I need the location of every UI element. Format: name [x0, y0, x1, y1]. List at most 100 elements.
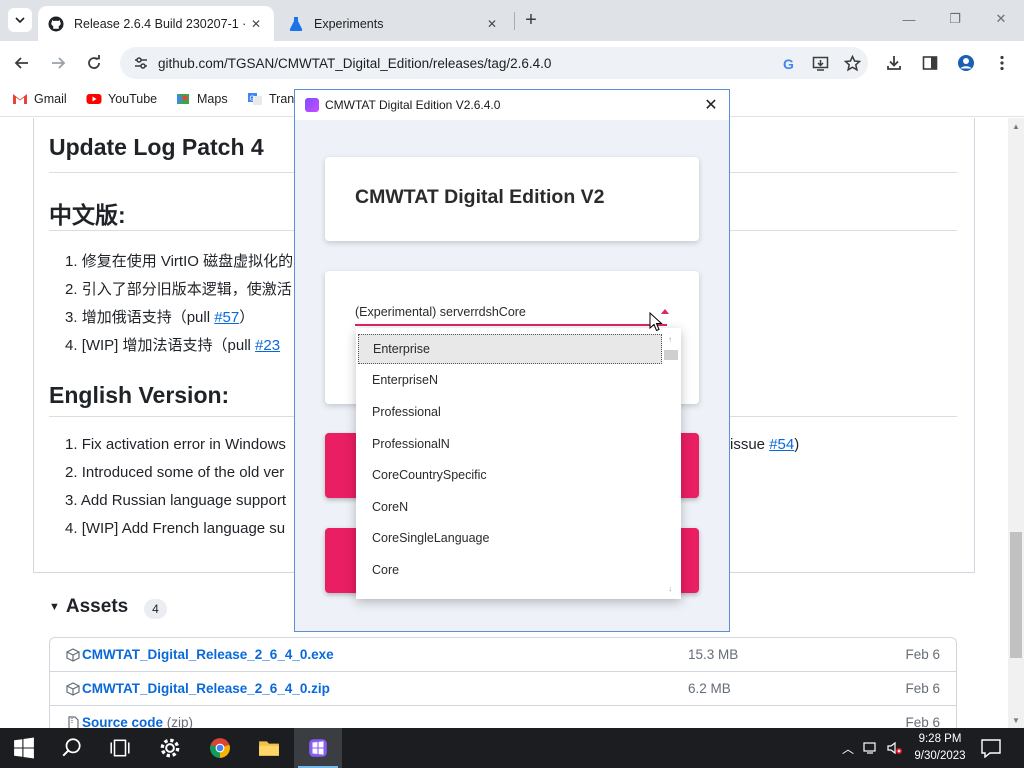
clock-date: 9/30/2023 — [914, 750, 966, 762]
new-tab-button[interactable]: + — [519, 8, 543, 32]
asset-size: 6.2 MB — [688, 681, 731, 696]
taskbar-cmwtat[interactable] — [294, 728, 342, 768]
tab-release[interactable]: Release 2.6.4 Build 230207-1 · T ✕ — [38, 6, 274, 41]
scroll-down-icon[interactable]: ▼ — [1008, 712, 1024, 728]
scroll-up-icon[interactable]: ↑ — [662, 332, 678, 346]
scroll-down-icon[interactable]: ↓ — [662, 581, 678, 595]
address-bar[interactable]: github.com/TGSAN/CMWTAT_Digital_Edition/… — [120, 47, 868, 79]
tab-experiments[interactable]: Experiments ✕ — [278, 6, 510, 41]
side-panel-button[interactable] — [916, 49, 944, 77]
gear-icon — [160, 738, 180, 758]
page-scrollbar[interactable]: ▲ ▼ — [1008, 118, 1024, 728]
pull-link[interactable]: #57 — [214, 309, 239, 326]
bookmark-label: Maps — [197, 92, 228, 106]
list-item-tail: issue #54) — [730, 436, 799, 453]
network-icon[interactable] — [863, 740, 879, 756]
dropdown-scrollbar[interactable]: ↑ ↓ — [662, 332, 678, 595]
browser-tab-strip: Release 2.6.4 Build 230207-1 · T ✕ Exper… — [0, 0, 1024, 41]
github-icon — [48, 16, 64, 31]
dropdown-option[interactable]: Enterprise — [358, 334, 662, 364]
taskbar-chrome[interactable] — [196, 728, 244, 768]
site-settings-icon[interactable] — [126, 55, 156, 71]
issue-link[interactable]: #54 — [769, 436, 794, 453]
translate-icon: G — [248, 93, 262, 105]
list-item: 3. 增加俄语支持（pull #57） — [65, 306, 254, 327]
taskbar: ︿ 9:28 PM 9/30/2023 — [0, 728, 1024, 768]
list-item: 1. 修复在使用 VirtIO 磁盘虚拟化的 — [65, 250, 293, 271]
bookmark-maps[interactable]: Maps — [175, 92, 228, 106]
bookmark-label: Gmail — [34, 92, 67, 106]
dropdown-option[interactable]: EnterpriseN — [358, 365, 662, 395]
minimize-icon[interactable]: — — [886, 0, 932, 38]
gmail-icon — [13, 94, 27, 104]
chevron-up-icon[interactable]: ︿ — [840, 740, 856, 756]
tab-search-button[interactable] — [8, 8, 32, 32]
list-number: 3. — [65, 492, 78, 509]
downloads-button[interactable] — [880, 49, 908, 77]
back-button[interactable] — [8, 49, 36, 77]
heading-chinese: 中文版: — [49, 202, 126, 228]
list-text: ） — [239, 309, 255, 326]
dialog-window-title: CMWTAT Digital Edition V2.6.4.0 — [325, 98, 501, 112]
more-vert-icon — [1000, 55, 1004, 71]
list-text: 修复在使用 VirtIO 磁盘虚拟化的 — [81, 253, 294, 270]
arrow-left-icon — [14, 57, 28, 69]
scroll-up-icon[interactable]: ▲ — [1008, 118, 1024, 134]
bookmark-gmail[interactable]: Gmail — [12, 92, 67, 106]
dropdown-option[interactable]: Professional — [358, 397, 662, 427]
asset-link[interactable]: Source code (zip) — [82, 715, 193, 728]
taskbar-file-explorer[interactable] — [245, 728, 293, 768]
task-view-button[interactable] — [96, 728, 144, 768]
asset-row: CMWTAT_Digital_Release_2_6_4_0.exe 15.3 … — [50, 638, 956, 672]
asset-row: Source code (zip) Feb 6 — [50, 706, 956, 728]
close-window-icon[interactable]: ✕ — [978, 0, 1024, 38]
triangle-down-icon: ▼ — [49, 601, 60, 613]
chrome-menu-button[interactable] — [988, 49, 1016, 77]
dropdown-option[interactable]: ProfessionalN — [358, 429, 662, 459]
reload-button[interactable] — [80, 49, 108, 77]
edition-select-underline — [355, 324, 667, 326]
close-tab-icon[interactable]: ✕ — [484, 16, 500, 32]
list-number: 4. — [65, 337, 78, 354]
profile-button[interactable] — [952, 49, 980, 77]
bookmark-star-icon[interactable] — [836, 49, 868, 77]
asset-date: Feb 6 — [905, 647, 940, 662]
asset-link[interactable]: CMWTAT_Digital_Release_2_6_4_0.zip — [82, 681, 330, 696]
list-number: 3. — [65, 309, 78, 326]
google-lens-icon[interactable]: G — [772, 49, 804, 77]
list-number: 1. — [65, 253, 78, 270]
scrollbar-thumb[interactable] — [664, 350, 678, 360]
list-text: ) — [794, 436, 800, 453]
edition-select-value[interactable]: (Experimental) serverrdshCore — [355, 305, 526, 319]
pull-link[interactable]: #23 — [255, 337, 280, 354]
asset-link-suffix: (zip) — [166, 715, 194, 728]
close-dialog-icon[interactable]: ✕ — [699, 93, 723, 117]
dropdown-option[interactable]: CoreCountrySpecific — [358, 460, 662, 490]
bookmark-youtube[interactable]: YouTube — [86, 92, 157, 106]
volume-muted-icon[interactable] — [887, 740, 903, 756]
forward-button[interactable] — [44, 49, 72, 77]
tab-title: Release 2.6.4 Build 230207-1 · T — [74, 16, 248, 31]
install-app-icon[interactable] — [804, 49, 836, 77]
search-button[interactable] — [48, 728, 96, 768]
start-button[interactable] — [0, 728, 48, 768]
dialog-titlebar[interactable]: CMWTAT Digital Edition V2.6.4.0 ✕ — [295, 90, 729, 120]
browser-toolbar: github.com/TGSAN/CMWTAT_Digital_Edition/… — [0, 41, 1024, 85]
dropdown-option[interactable]: CoreSingleLanguage — [358, 523, 662, 553]
list-text: 引入了部分旧版本逻辑，使激活 — [81, 281, 292, 298]
close-tab-icon[interactable]: ✕ — [248, 16, 264, 32]
windows-logo-icon — [14, 737, 34, 759]
scrollbar-thumb[interactable] — [1010, 532, 1022, 658]
maps-icon — [177, 94, 189, 104]
taskbar-settings[interactable] — [146, 728, 194, 768]
asset-link[interactable]: CMWTAT_Digital_Release_2_6_4_0.exe — [82, 647, 334, 662]
assets-toggle[interactable]: ▼ Assets — [49, 596, 128, 618]
chrome-icon — [210, 738, 230, 758]
taskbar-clock[interactable]: 9:28 PM 9/30/2023 — [910, 731, 970, 765]
dropdown-option[interactable]: Core — [358, 555, 662, 585]
svg-text:G: G — [783, 56, 794, 72]
restore-icon[interactable]: ❐ — [932, 0, 978, 38]
notification-center-icon[interactable] — [980, 738, 1002, 758]
dropdown-option[interactable]: CoreN — [358, 492, 662, 522]
cmwtat-app-icon — [305, 98, 319, 112]
